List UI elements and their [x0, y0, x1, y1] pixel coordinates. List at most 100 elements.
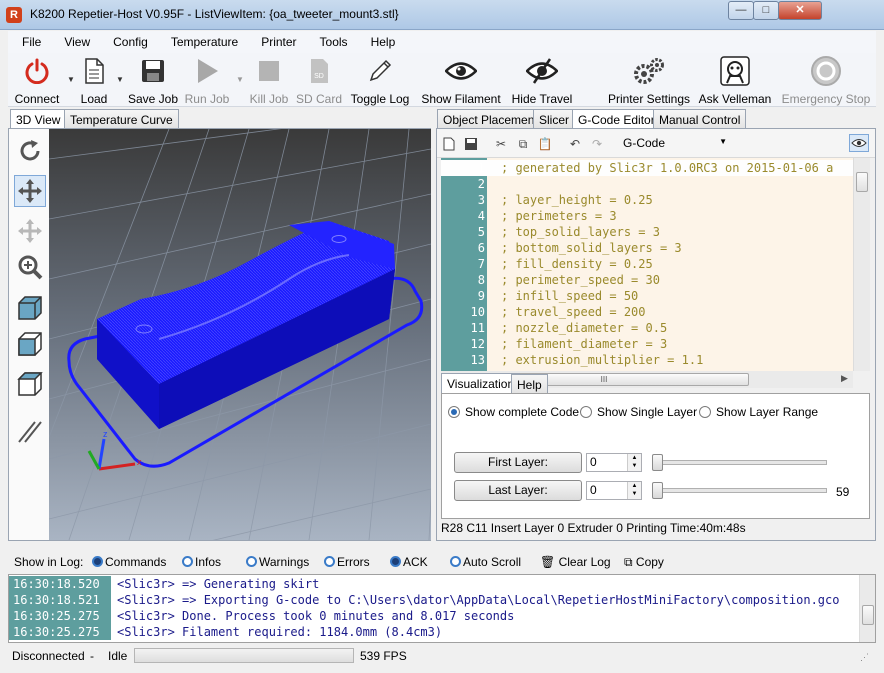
- close-button[interactable]: ✕: [778, 1, 822, 20]
- radio-show-layer-range[interactable]: Show Layer Range: [699, 405, 818, 419]
- load-button[interactable]: Load: [74, 55, 114, 106]
- radio-show-complete-code[interactable]: Show complete Code: [448, 405, 579, 419]
- resize-grip-icon[interactable]: ⋰: [860, 652, 869, 663]
- sd-card-button[interactable]: SD SD Card: [296, 55, 342, 106]
- radio-dot: [580, 406, 592, 418]
- editor-vertical-scrollbar[interactable]: [853, 158, 870, 371]
- tab-3d-view[interactable]: 3D View: [10, 109, 67, 130]
- cut-icon[interactable]: ✂: [493, 136, 509, 152]
- log-scrollbar[interactable]: [859, 575, 875, 642]
- zoom-button[interactable]: [14, 251, 46, 283]
- code-line: 6; bottom_solid_layers = 3: [477, 241, 682, 255]
- slider-thumb[interactable]: [652, 454, 663, 471]
- last-layer-button[interactable]: Last Layer:: [454, 480, 582, 501]
- kill-job-button[interactable]: Kill Job: [246, 55, 292, 106]
- menu-temperature[interactable]: Temperature: [157, 31, 247, 49]
- tab-gcode-editor[interactable]: G-Code Editor: [572, 109, 661, 130]
- connect-button[interactable]: Connect: [8, 55, 66, 106]
- open-file-icon[interactable]: [441, 136, 457, 152]
- copy-icon[interactable]: ⧉: [515, 136, 531, 152]
- sd-card-label: SD Card: [296, 92, 343, 106]
- slider-thumb[interactable]: [652, 482, 663, 499]
- clear-log-button[interactable]: 🗑 Clear Log: [540, 555, 611, 569]
- first-layer-slider[interactable]: [652, 454, 827, 471]
- vertical-scroll-thumb[interactable]: [856, 172, 868, 192]
- radio-show-single-layer[interactable]: Show Single Layer: [580, 405, 697, 419]
- menu-view[interactable]: View: [50, 31, 99, 49]
- preview-toggle-eye-icon[interactable]: [849, 134, 869, 152]
- code-line: 1; generated by Slic3r 1.0.0RC3 on 2015-…: [441, 160, 853, 176]
- hide-travel-button[interactable]: Hide Travel: [508, 55, 576, 106]
- maximize-button[interactable]: □: [753, 1, 779, 20]
- eye-slash-icon: [508, 55, 576, 87]
- log-row: 16:30:25.275 <Slic3r> Filament required: …: [9, 624, 859, 640]
- power-icon: [8, 55, 66, 87]
- log-filter-infos[interactable]: Infos: [182, 555, 221, 569]
- menu-printer[interactable]: Printer: [247, 31, 305, 49]
- save-job-button[interactable]: Save Job: [126, 55, 180, 106]
- emergency-stop-label: Emergency Stop: [781, 92, 871, 106]
- parallel-projection-button[interactable]: [14, 415, 46, 447]
- tab-slicer[interactable]: Slicer: [533, 109, 576, 129]
- tab-help[interactable]: Help: [511, 374, 548, 394]
- log-filter-warnings[interactable]: Warnings: [246, 555, 309, 569]
- spinner-arrows-icon[interactable]: ▲ ▼: [627, 482, 641, 499]
- code-line: 7; fill_density = 0.25: [477, 257, 653, 271]
- undo-icon[interactable]: ↶: [567, 136, 583, 152]
- ask-velleman-button[interactable]: Ask Velleman: [698, 55, 772, 106]
- load-dropdown-icon[interactable]: ▼: [116, 75, 124, 84]
- spinner-arrows-icon[interactable]: ▲ ▼: [627, 454, 641, 471]
- log-filter-commands[interactable]: Commands: [92, 555, 166, 569]
- isometric-view-button[interactable]: [14, 293, 46, 325]
- pencil-icon: [348, 55, 412, 87]
- toggle-off-icon: [324, 556, 335, 567]
- front-view-button[interactable]: [14, 329, 46, 361]
- run-job-dropdown-icon[interactable]: ▼: [236, 75, 244, 84]
- move-view-button[interactable]: [14, 175, 46, 207]
- save-file-icon[interactable]: [463, 136, 479, 152]
- tab-visualization[interactable]: Visualization: [441, 373, 521, 394]
- gcode-type-select[interactable]: G-Code ▼: [619, 134, 729, 153]
- gcode-text-area[interactable]: 1; generated by Slic3r 1.0.0RC3 on 2015-…: [441, 158, 853, 371]
- redo-icon[interactable]: ↷: [589, 136, 605, 152]
- minimize-button[interactable]: —: [728, 1, 754, 20]
- log-filter-ack[interactable]: ACK: [390, 555, 428, 569]
- 3d-viewport[interactable]: x z: [49, 129, 431, 540]
- toggle-log-button[interactable]: Toggle Log: [348, 55, 412, 106]
- rotate-icon: [20, 140, 40, 161]
- scroll-right-icon[interactable]: ▶: [841, 373, 848, 384]
- first-layer-spinner[interactable]: 0 ▲ ▼: [586, 453, 642, 472]
- menu-config[interactable]: Config: [99, 31, 157, 49]
- tab-manual-control[interactable]: Manual Control: [653, 109, 747, 129]
- top-view-button[interactable]: [14, 369, 46, 401]
- paste-icon[interactable]: 📋: [537, 136, 553, 152]
- log-filter-errors[interactable]: Errors: [324, 555, 370, 569]
- hide-travel-label: Hide Travel: [511, 92, 573, 106]
- show-filament-button[interactable]: Show Filament: [420, 55, 502, 106]
- emergency-stop-button[interactable]: Emergency Stop: [780, 55, 872, 106]
- reset-view-button[interactable]: [14, 135, 46, 167]
- ask-velleman-label: Ask Velleman: [698, 92, 772, 106]
- last-layer-slider[interactable]: [652, 482, 827, 499]
- run-job-button[interactable]: Run Job: [182, 55, 232, 106]
- move-object-button[interactable]: [14, 215, 46, 247]
- menu-help[interactable]: Help: [357, 31, 405, 49]
- tab-object-placement[interactable]: Object Placement: [437, 109, 544, 129]
- log-auto-scroll[interactable]: Auto Scroll: [450, 555, 521, 569]
- status-separator: -: [90, 649, 94, 663]
- menu-file[interactable]: File: [8, 31, 50, 49]
- eye-icon: [420, 55, 502, 87]
- last-layer-spinner[interactable]: 0 ▲ ▼: [586, 481, 642, 500]
- menu-tools[interactable]: Tools: [306, 31, 357, 49]
- copy-icon: ⧉: [624, 555, 633, 569]
- toggle-on-icon: [92, 556, 103, 567]
- printer-settings-button[interactable]: Printer Settings: [606, 55, 692, 106]
- 3d-view-panel: x z: [8, 128, 431, 541]
- move-object-icon: [18, 219, 42, 243]
- first-layer-button[interactable]: First Layer:: [454, 452, 582, 473]
- copy-log-button[interactable]: ⧉ Copy: [624, 555, 664, 570]
- log-list[interactable]: 16:30:18.520 <Slic3r> => Generating skirt…: [8, 574, 876, 643]
- tab-temperature-curve[interactable]: Temperature Curve: [64, 109, 179, 129]
- log-scroll-thumb[interactable]: [862, 605, 874, 625]
- right-tabstrip: Object Placement Slicer G-Code Editor Ma…: [437, 109, 877, 130]
